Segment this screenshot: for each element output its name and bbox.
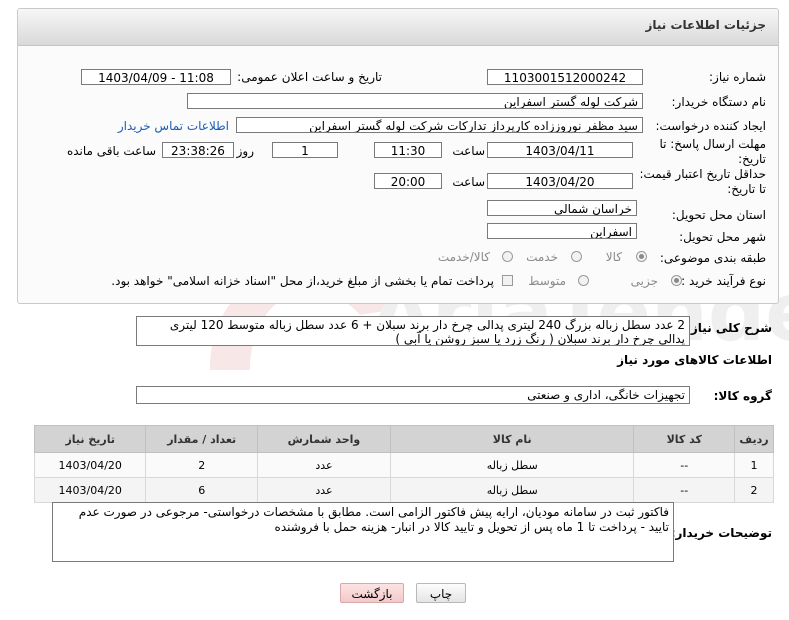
announce-datetime-label: تاریخ و ساعت اعلان عمومی:: [237, 70, 382, 84]
announce-datetime-field: 1403/04/09 - 11:08: [81, 69, 231, 85]
items-table: ردیف کد کالا نام کالا واحد شمارش تعداد /…: [33, 425, 774, 503]
col-header-row-number: ردیف: [734, 425, 774, 453]
summary-label: شرح کلی نیاز:: [686, 321, 772, 335]
table-row: 2 -- سطل زباله عدد 6 1403/04/20: [33, 477, 774, 503]
purchase-medium-label: متوسط: [528, 274, 566, 288]
treasury-payment-note: پرداخت تمام یا بخشی از مبلغ خرید،از محل …: [111, 274, 494, 288]
purchase-type-label: نوع فرآیند خرید :: [681, 274, 766, 288]
category-goods-service-radio[interactable]: [502, 251, 513, 262]
col-header-need-date: تاریخ نیاز: [33, 425, 147, 453]
cell-need-date: 1403/04/20: [33, 477, 147, 503]
cell-row-number: 1: [734, 452, 774, 478]
need-number-label: شماره نیاز:: [709, 70, 766, 84]
purchase-minor-radio[interactable]: [671, 275, 682, 286]
print-button[interactable]: چاپ: [416, 583, 466, 603]
col-header-unit: واحد شمارش: [256, 425, 392, 453]
city-field: اسفراین: [487, 223, 637, 239]
category-goods-service-label: کالا/خدمت: [437, 250, 490, 264]
reply-deadline-date: 1403/04/11: [487, 142, 633, 158]
requester-field: سید مظفر نوروززاده کارپرداز تدارکات شرکت…: [236, 117, 643, 133]
price-validity-label: حداقل تاریخ اعتبار قیمت: تا تاریخ:: [639, 167, 766, 196]
city-label: شهر محل تحویل:: [679, 230, 766, 244]
cell-item-name: سطل زباله: [389, 477, 635, 503]
category-goods-label: کالا: [605, 250, 622, 264]
requester-label: ایجاد کننده درخواست:: [655, 119, 766, 133]
category-service-label: خدمت: [526, 250, 558, 264]
reply-days-field: 1: [272, 142, 338, 158]
table-header-row: ردیف کد کالا نام کالا واحد شمارش تعداد /…: [33, 425, 774, 453]
cell-quantity: 6: [145, 477, 258, 503]
need-number-field: 1103001512000242: [487, 69, 643, 85]
remaining-time-field: 23:38:26: [162, 142, 234, 158]
cell-unit: عدد: [256, 452, 392, 478]
cell-item-code: --: [633, 452, 736, 478]
cell-item-name: سطل زباله: [389, 452, 635, 478]
col-header-quantity: تعداد / مقدار: [145, 425, 258, 453]
price-validity-time: 20:00: [374, 173, 442, 189]
purchase-minor-label: جزیی: [630, 274, 658, 288]
price-validity-date: 1403/04/20: [487, 173, 633, 189]
treasury-payment-checkbox[interactable]: [502, 275, 513, 286]
cell-unit: عدد: [256, 477, 392, 503]
remaining-time-label: ساعت باقی مانده: [66, 144, 156, 158]
cell-row-number: 2: [734, 477, 774, 503]
col-header-item-code: کد کالا: [633, 425, 736, 453]
cell-quantity: 2: [145, 452, 258, 478]
goods-group-field: تجهیزات خانگی، اداری و صنعتی: [136, 386, 690, 404]
buyer-org-field: شرکت لوله گستر اسفراین: [187, 93, 643, 109]
back-button[interactable]: بازگشت: [340, 583, 404, 603]
need-details-panel: جزئیات اطلاعات نیاز شماره نیاز: 11030015…: [17, 8, 779, 304]
goods-info-title: اطلاعات کالاهای مورد نیاز: [617, 353, 772, 367]
buyer-notes-textarea[interactable]: فاکتور ثبت در سامانه مودیان، ارایه پیش ف…: [52, 502, 674, 562]
province-label: استان محل تحویل:: [671, 208, 766, 222]
table-row: 1 -- سطل زباله عدد 2 1403/04/20: [33, 452, 774, 478]
price-validity-time-label: ساعت: [452, 175, 485, 189]
buyer-org-label: نام دستگاه خریدار:: [671, 95, 767, 109]
category-service-radio[interactable]: [571, 251, 582, 262]
reply-deadline-time: 11:30: [374, 142, 442, 158]
category-label: طبقه بندی موضوعی:: [659, 251, 766, 265]
cell-item-code: --: [633, 477, 736, 503]
province-field: خراسان شمالی: [487, 200, 637, 216]
cell-need-date: 1403/04/20: [33, 452, 147, 478]
col-header-item-name: نام کالا: [389, 425, 635, 453]
purchase-medium-radio[interactable]: [578, 275, 589, 286]
summary-textarea[interactable]: 2 عدد سطل زباله بزرگ 240 لیتری پدالی چرخ…: [136, 316, 690, 346]
goods-group-label: گروه کالا:: [713, 389, 772, 403]
buyer-notes-label: توضیحات خریدار:: [670, 526, 772, 540]
panel-header: جزئیات اطلاعات نیاز: [18, 9, 778, 46]
reply-time-label: ساعت: [452, 144, 485, 158]
category-goods-radio[interactable]: [636, 251, 647, 262]
buyer-contact-link[interactable]: اطلاعات تماس خریدار: [118, 119, 229, 133]
reply-deadline-label: مهلت ارسال پاسخ: تا تاریخ:: [659, 137, 766, 166]
panel-title: جزئیات اطلاعات نیاز: [645, 18, 766, 32]
